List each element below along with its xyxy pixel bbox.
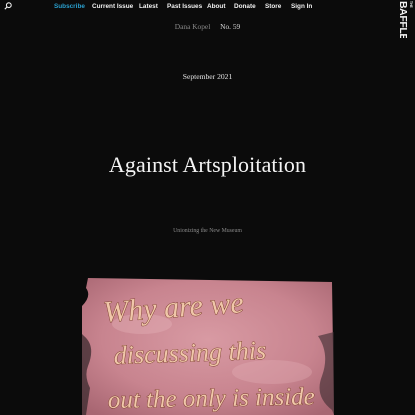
- author-name[interactable]: Dana Kopel: [175, 22, 211, 31]
- feature-artwork-image: Why are we discussing this out the only …: [82, 276, 334, 415]
- top-navigation-bar: Subscribe Current Issue Latest Past Issu…: [0, 0, 415, 48]
- nav-donate[interactable]: Donate: [234, 3, 256, 10]
- main-nav: Subscribe Current Issue Latest Past Issu…: [0, 3, 415, 13]
- artwork-line-3: out the only is inside: [108, 383, 315, 414]
- article-subtitle: Unionizing the New Museum: [173, 228, 242, 234]
- nav-latest[interactable]: Latest: [139, 3, 158, 10]
- nav-past-issues[interactable]: Past Issues: [167, 3, 202, 10]
- article-byline: Dana Kopel No. 59: [0, 22, 415, 31]
- nav-sign-in[interactable]: Sign In: [291, 3, 312, 10]
- nav-subscribe[interactable]: Subscribe: [54, 3, 85, 10]
- issue-number[interactable]: No. 59: [220, 22, 240, 31]
- article-title: Against Artsploitation: [108, 152, 307, 177]
- svg-text:BAFFLER: BAFFLER: [397, 1, 409, 38]
- nav-store[interactable]: Store: [265, 3, 281, 10]
- artwork-line-2: discussing this: [113, 336, 266, 370]
- nav-about[interactable]: About: [207, 3, 225, 10]
- nav-current-issue[interactable]: Current Issue: [92, 3, 133, 10]
- baffler-logo[interactable]: THE BAFFLER: [388, 0, 415, 48]
- publication-date: September 2021: [182, 72, 233, 81]
